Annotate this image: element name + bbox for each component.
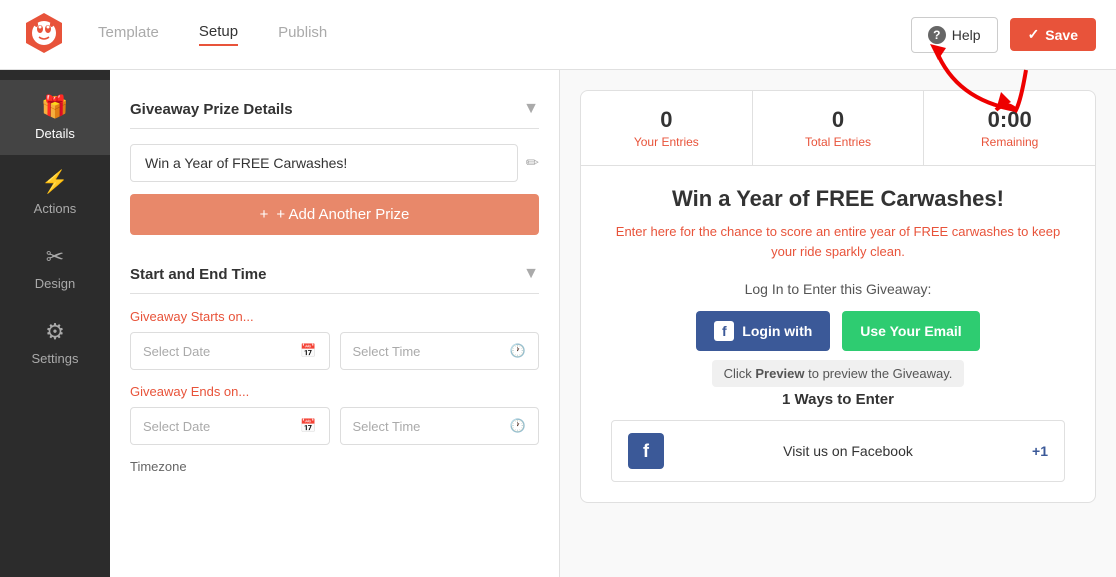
end-time-input[interactable]: Select Time 🕐: [340, 407, 540, 445]
stat-remaining: 0:00 Remaining: [924, 91, 1095, 165]
entry-plus: +1: [1032, 443, 1048, 459]
email-login-button[interactable]: Use Your Email: [842, 311, 979, 351]
stat-your-entries: 0 Your Entries: [581, 91, 753, 165]
gift-icon: 🎁: [41, 94, 68, 120]
clock-icon: 🕐: [510, 343, 526, 359]
actions-icon: ⚡: [41, 169, 68, 195]
sidebar-label-details: Details: [35, 126, 75, 141]
total-entries-value: 0: [832, 107, 844, 133]
prize-section-title: Giveaway Prize Details: [130, 101, 293, 118]
logo: [20, 9, 68, 60]
time-section-header: Start and End Time ▼: [130, 255, 539, 294]
sidebar-item-settings[interactable]: ⚙ Settings: [0, 305, 110, 380]
stats-row: 0 Your Entries 0 Total Entries 0:00 Rema…: [581, 91, 1095, 166]
settings-icon: ⚙: [45, 319, 65, 345]
prize-section-header: Giveaway Prize Details ▼: [130, 90, 539, 129]
your-entries-label: Your Entries: [634, 135, 699, 149]
save-button[interactable]: ✓ Save: [1010, 18, 1096, 51]
total-entries-label: Total Entries: [805, 135, 871, 149]
nav-tabs: Template Setup Publish: [98, 23, 911, 46]
preview-content: Win a Year of FREE Carwashes! Enter here…: [581, 166, 1095, 502]
date-time-section: Giveaway Starts on... Select Date 📅 Sele…: [130, 309, 539, 474]
right-panel: 0 Your Entries 0 Total Entries 0:00 Rema…: [560, 70, 1116, 577]
sidebar-label-actions: Actions: [34, 201, 77, 216]
left-panel: Giveaway Prize Details ▼ ✏ + + Add Anoth…: [110, 70, 560, 577]
sidebar-item-design[interactable]: ✂ Design: [0, 230, 110, 305]
remaining-value: 0:00: [988, 107, 1032, 133]
calendar-icon: 📅: [300, 343, 316, 359]
login-label: Log In to Enter this Giveaway:: [611, 281, 1065, 297]
login-buttons: f Login with Use Your Email: [611, 311, 1065, 351]
prize-input[interactable]: [130, 144, 518, 182]
facebook-login-button[interactable]: f Login with: [696, 311, 830, 351]
tab-publish[interactable]: Publish: [278, 24, 327, 45]
your-entries-value: 0: [660, 107, 672, 133]
preview-card: 0 Your Entries 0 Total Entries 0:00 Rema…: [580, 90, 1096, 503]
ends-label: Giveaway Ends on...: [130, 384, 539, 399]
sidebar-label-settings: Settings: [32, 351, 79, 366]
sidebar-label-design: Design: [35, 276, 75, 291]
preview-description: Enter here for the chance to score an en…: [611, 222, 1065, 261]
timezone-label: Timezone: [130, 459, 539, 474]
calendar-end-icon: 📅: [300, 418, 316, 434]
sidebar-item-actions[interactable]: ⚡ Actions: [0, 155, 110, 230]
nav-right: ? Help ✓ Save: [911, 17, 1096, 53]
time-section-title: Start and End Time: [130, 266, 266, 283]
facebook-icon: f: [714, 321, 734, 341]
start-date-input[interactable]: Select Date 📅: [130, 332, 330, 370]
end-date-input[interactable]: Select Date 📅: [130, 407, 330, 445]
edit-icon[interactable]: ✏: [526, 153, 539, 173]
starts-label: Giveaway Starts on...: [130, 309, 539, 324]
entry-row[interactable]: f Visit us on Facebook +1: [611, 420, 1065, 482]
end-date-time-row: Select Date 📅 Select Time 🕐: [130, 407, 539, 445]
help-button[interactable]: ? Help: [911, 17, 998, 53]
check-icon: ✓: [1028, 26, 1040, 43]
entry-text: Visit us on Facebook: [678, 443, 1018, 459]
stat-total-entries: 0 Total Entries: [753, 91, 925, 165]
tab-setup[interactable]: Setup: [199, 23, 238, 46]
start-time-input[interactable]: Select Time 🕐: [340, 332, 540, 370]
ways-to-enter: 1 Ways to Enter: [611, 391, 1065, 408]
start-date-time-row: Select Date 📅 Select Time 🕐: [130, 332, 539, 370]
preview-tip: Click Preview to preview the Giveaway.: [611, 365, 1065, 381]
tab-template[interactable]: Template: [98, 24, 159, 45]
top-navigation: Template Setup Publish ? Help ✓ Save: [0, 0, 1116, 70]
sidebar: 🎁 Details ⚡ Actions ✂ Design ⚙ Settings: [0, 70, 110, 577]
clock-end-icon: 🕐: [510, 418, 526, 434]
preview-title: Win a Year of FREE Carwashes!: [611, 186, 1065, 212]
main-layout: 🎁 Details ⚡ Actions ✂ Design ⚙ Settings: [0, 70, 1116, 577]
prize-input-row: ✏: [130, 144, 539, 182]
design-icon: ✂: [46, 244, 64, 270]
plus-icon: +: [260, 206, 269, 223]
content-area: Giveaway Prize Details ▼ ✏ + + Add Anoth…: [110, 70, 1116, 577]
add-prize-button[interactable]: + + Add Another Prize: [130, 194, 539, 235]
time-chevron-icon[interactable]: ▼: [523, 265, 539, 283]
sidebar-item-details[interactable]: 🎁 Details: [0, 80, 110, 155]
fb-entry-icon: f: [628, 433, 664, 469]
prize-chevron-icon[interactable]: ▼: [523, 100, 539, 118]
help-icon: ?: [928, 26, 946, 44]
remaining-label: Remaining: [981, 135, 1038, 149]
